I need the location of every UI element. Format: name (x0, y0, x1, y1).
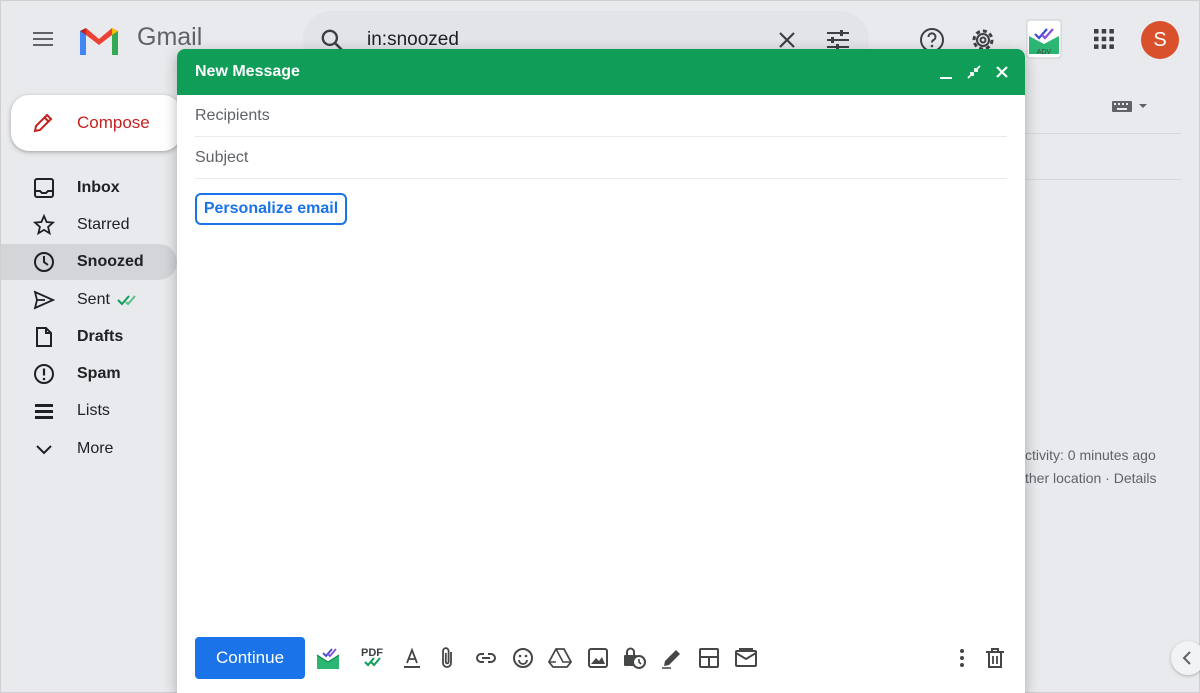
sidebar-item-starred[interactable]: Starred (1, 207, 177, 243)
sidebar-item-drafts[interactable]: Drafts (1, 319, 177, 355)
pencil-icon (33, 113, 53, 133)
chevron-down-icon (36, 445, 52, 455)
chevron-left-icon (1182, 651, 1191, 665)
divider (1025, 179, 1181, 180)
layouts-icon[interactable] (696, 645, 722, 671)
inbox-icon (34, 178, 54, 198)
drive-icon[interactable] (547, 645, 573, 671)
subject-field[interactable]: Subject (195, 137, 1007, 179)
app-name: Gmail (137, 23, 203, 51)
clock-icon (34, 252, 54, 272)
double-check-icon (117, 295, 136, 306)
link-icon[interactable] (473, 645, 499, 671)
sidebar-item-label: Inbox (77, 179, 120, 196)
sidebar-item-lists[interactable]: Lists (1, 393, 177, 429)
sidebar-item-label: Sent (77, 291, 110, 308)
adv-label: ADV (1037, 49, 1052, 56)
confidential-mode-icon[interactable] (621, 645, 647, 671)
gmail-logo-icon[interactable] (77, 23, 121, 57)
sidebar-item-label: Snoozed (77, 253, 144, 270)
sidebar-item-label: Starred (77, 216, 130, 233)
continue-button[interactable]: Continue (195, 637, 305, 679)
account-activity-text: ctivity: 0 minutes ago (1025, 447, 1156, 463)
search-input[interactable]: in:snoozed (367, 29, 459, 51)
pdf-label: PDF (361, 647, 383, 659)
personalize-email-button[interactable]: Personalize email (195, 193, 347, 225)
compose-title: New Message (195, 63, 300, 80)
compose-header[interactable]: New Message (177, 49, 1025, 95)
signature-icon[interactable] (659, 645, 685, 671)
template-mail-icon[interactable] (733, 645, 759, 671)
sidebar-item-snoozed[interactable]: Snoozed (1, 244, 177, 280)
divider (1025, 133, 1181, 134)
close-icon[interactable] (993, 63, 1011, 81)
sidebar-item-more[interactable]: More (1, 431, 177, 467)
keyboard-icon[interactable] (1111, 99, 1151, 113)
spam-icon (34, 364, 54, 384)
text-format-icon[interactable] (399, 645, 425, 671)
exit-fullscreen-icon[interactable] (965, 63, 983, 81)
sidebar-item-inbox[interactable]: Inbox (1, 170, 177, 206)
send-icon (33, 290, 55, 310)
compose-label: Compose (77, 113, 150, 132)
emoji-icon[interactable] (510, 645, 536, 671)
recipients-field[interactable]: Recipients (195, 95, 1007, 137)
sidebar-item-label: Spam (77, 365, 121, 382)
pdf-icon[interactable]: PDF (359, 645, 389, 671)
menu-icon[interactable] (31, 27, 55, 51)
trash-icon[interactable] (982, 645, 1008, 671)
sidebar-item-label: Lists (77, 402, 110, 419)
list-icon (35, 404, 53, 419)
sidebar-item-sent[interactable]: Sent (1, 282, 177, 318)
subject-placeholder: Subject (195, 149, 249, 166)
sidebar-item-label: Drafts (77, 328, 124, 345)
recipients-placeholder: Recipients (195, 107, 270, 124)
sidebar-item-spam[interactable]: Spam (1, 356, 177, 392)
adv-extension-icon[interactable]: ADV (1023, 18, 1065, 60)
sidebar-item-label: More (77, 440, 114, 457)
attach-icon[interactable] (435, 645, 461, 671)
image-icon[interactable] (585, 645, 611, 671)
account-activity-details[interactable]: ther location · Details (1025, 470, 1157, 486)
more-options-icon[interactable] (949, 645, 975, 671)
draft-icon (36, 327, 52, 347)
avatar[interactable]: S (1141, 21, 1179, 59)
minimize-icon[interactable] (937, 63, 955, 81)
compose-window: New Message Recipients Subject Personali… (177, 49, 1025, 693)
mail-merge-icon[interactable] (315, 645, 341, 671)
star-icon (33, 214, 55, 236)
side-panel-toggle[interactable] (1171, 641, 1200, 675)
apps-grid-icon[interactable] (1093, 28, 1115, 50)
